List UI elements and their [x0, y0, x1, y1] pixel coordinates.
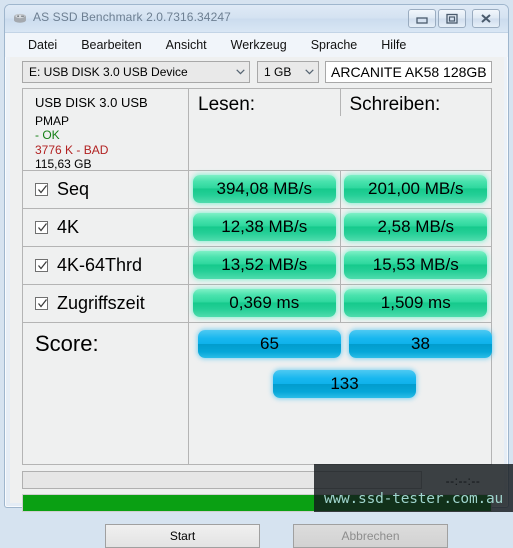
score-row: Score: 65 38 133: [23, 322, 492, 464]
drive-firmware: PMAP: [35, 113, 70, 128]
info-header-row: USB DISK 3.0 USB PMAP - OK 3776 K - BAD …: [23, 89, 491, 171]
row-seq-read-value: 394,08 MB/s: [192, 175, 336, 203]
drive-partition-status: 3776 K - BAD: [35, 142, 109, 157]
row-zugriffszeit-read-value: 0,369 ms: [192, 289, 336, 317]
row-4k-write-cell: 2,58 MB/s: [341, 208, 492, 246]
selection-row: E: USB DISK 3.0 USB Device 1 GB ARCANITE…: [22, 61, 492, 83]
row-seq-write-cell: 201,00 MB/s: [341, 170, 492, 208]
score-values: 65 38 133: [189, 322, 492, 464]
table-row: Zugriffszeit 0,369 ms 1,509 ms: [23, 284, 491, 323]
row-zugriffszeit-write-cell: 1,509 ms: [341, 284, 492, 322]
table-row: 4K-64Thrd 13,52 MB/s 15,53 MB/s: [23, 246, 491, 285]
drive-alignment-status: - OK: [35, 128, 60, 142]
row-seq-label-cell[interactable]: Seq: [23, 170, 189, 208]
row-zugriffszeit-read-cell: 0,369 ms: [189, 284, 341, 322]
watermark-text: www.ssd-tester.com.au: [323, 491, 504, 507]
menu-item-sprache[interactable]: Sprache: [310, 36, 359, 54]
score-read-value: 65: [198, 330, 341, 358]
checkbox-4k64thrd[interactable]: [35, 258, 48, 272]
row-zugriffszeit-label: Zugriffszeit: [57, 292, 145, 313]
row-4k64thrd-label-cell[interactable]: 4K-64Thrd: [23, 246, 189, 284]
score-label: Score:: [35, 331, 99, 356]
column-header-write: Schreiben:: [349, 94, 441, 115]
row-4k64thrd-read-cell: 13,52 MB/s: [189, 246, 341, 284]
score-total-value: 133: [273, 370, 416, 398]
row-4k64thrd-write-value: 15,53 MB/s: [344, 251, 488, 279]
checkbox-seq[interactable]: [35, 182, 48, 196]
checkbox-zugriffszeit[interactable]: [35, 296, 48, 310]
row-4k64thrd-label: 4K-64Thrd: [57, 254, 143, 275]
row-zugriffszeit-label-cell[interactable]: Zugriffszeit: [23, 284, 189, 322]
score-write-value: 38: [349, 330, 492, 358]
drive-info-panel: USB DISK 3.0 USB PMAP - OK 3776 K - BAD …: [23, 89, 189, 171]
row-zugriffszeit-write-value: 1,509 ms: [344, 289, 488, 317]
device-name-input[interactable]: ARCANITE AK58 128GB: [325, 61, 492, 83]
score-label-cell: Score:: [23, 322, 189, 464]
results-grid: USB DISK 3.0 USB PMAP - OK 3776 K - BAD …: [22, 88, 492, 465]
close-button[interactable]: [472, 9, 500, 28]
test-size-value: 1 GB: [264, 65, 292, 79]
menu-item-bearbeiten[interactable]: Bearbeiten: [80, 36, 142, 54]
check-icon: [38, 222, 47, 231]
menu-bar: Datei Bearbeiten Ansicht Werkzeug Sprach…: [5, 33, 508, 57]
hard-drive-icon: [12, 11, 28, 27]
drive-select[interactable]: E: USB DISK 3.0 USB Device: [22, 61, 250, 83]
window-title: AS SSD Benchmark 2.0.7316.34247: [33, 10, 231, 24]
check-icon: [38, 298, 47, 307]
menu-item-datei[interactable]: Datei: [27, 36, 58, 54]
row-4k64thrd-read-value: 13,52 MB/s: [192, 251, 336, 279]
row-4k-read-cell: 12,38 MB/s: [189, 208, 341, 246]
check-icon: [38, 184, 47, 193]
drive-model: USB DISK 3.0 USB: [35, 95, 148, 110]
menu-item-werkzeug[interactable]: Werkzeug: [230, 36, 288, 54]
row-4k64thrd-write-cell: 15,53 MB/s: [341, 246, 492, 284]
minimize-button[interactable]: [408, 9, 436, 28]
drive-select-value: E: USB DISK 3.0 USB Device: [29, 65, 188, 79]
checkbox-4k[interactable]: [35, 220, 48, 234]
menu-item-ansicht[interactable]: Ansicht: [165, 36, 208, 54]
check-icon: [38, 260, 47, 269]
watermark-overlay: www.ssd-tester.com.au: [314, 464, 513, 512]
title-bar: AS SSD Benchmark 2.0.7316.34247: [5, 5, 508, 33]
cancel-button: Abbrechen: [293, 524, 448, 548]
minimize-icon: [416, 17, 428, 24]
client-area: E: USB DISK 3.0 USB Device 1 GB ARCANITE…: [10, 57, 504, 548]
chevron-down-icon: [231, 69, 249, 75]
table-row: 4K 12,38 MB/s 2,58 MB/s: [23, 208, 491, 247]
row-4k-label: 4K: [57, 216, 80, 237]
column-header-read: Lesen:: [189, 89, 341, 116]
chevron-down-icon: [300, 69, 318, 75]
row-seq-read-cell: 394,08 MB/s: [189, 170, 341, 208]
maximize-button[interactable]: [438, 9, 466, 28]
row-4k-label-cell[interactable]: 4K: [23, 208, 189, 246]
start-button[interactable]: Start: [105, 524, 260, 548]
row-seq-label: Seq: [57, 178, 90, 199]
row-4k-write-value: 2,58 MB/s: [344, 213, 488, 241]
test-size-select[interactable]: 1 GB: [257, 61, 319, 83]
row-4k-read-value: 12,38 MB/s: [192, 213, 336, 241]
menu-item-hilfe[interactable]: Hilfe: [380, 36, 407, 54]
device-name-value: ARCANITE AK58 128GB: [331, 64, 487, 80]
app-window: AS SSD Benchmark 2.0.7316.34247 Datei Be…: [4, 4, 509, 548]
row-seq-write-value: 201,00 MB/s: [344, 175, 488, 203]
restore-icon: [446, 13, 458, 24]
close-icon: [481, 14, 491, 23]
table-row: Seq 394,08 MB/s 201,00 MB/s: [23, 170, 491, 209]
